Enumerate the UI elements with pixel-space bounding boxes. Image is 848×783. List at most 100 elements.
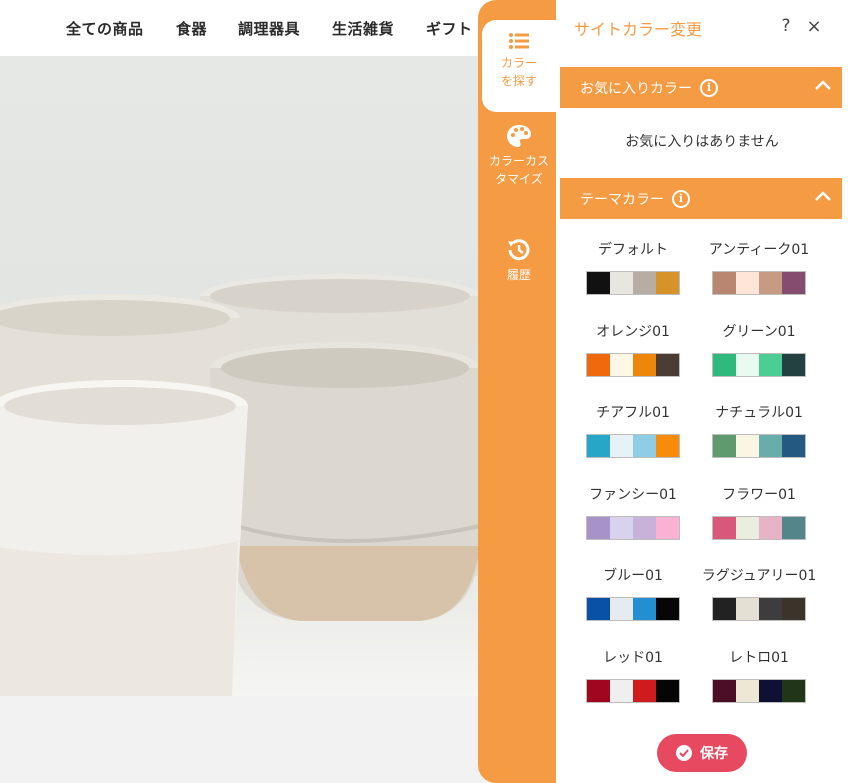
color-swatch (713, 435, 736, 457)
theme-swatch-strip (712, 271, 806, 295)
tab-color-customize-label: カラーカスタマイズ (488, 154, 549, 186)
color-swatch (633, 598, 656, 620)
color-swatch (587, 435, 610, 457)
theme-option[interactable]: ファンシー01 (573, 485, 693, 540)
tab-find-colors-label: カラーを探す (500, 56, 537, 88)
tab-color-customize[interactable]: カラーカスタマイズ (482, 124, 556, 216)
history-icon (482, 238, 556, 262)
color-swatch (759, 272, 782, 294)
color-swatch (713, 598, 736, 620)
color-swatch (736, 435, 759, 457)
theme-swatch-strip (586, 434, 680, 458)
favorites-section-header[interactable]: お気に入りカラー i (560, 67, 842, 108)
theme-name: レトロ01 (729, 650, 789, 666)
hero-image (0, 56, 500, 696)
color-swatch (736, 272, 759, 294)
screen: 全ての商品 食器 調理器具 生活雑貨 ギフト カラーを探す カラーカスタマイズ … (0, 0, 848, 783)
palette-icon (482, 124, 556, 148)
theme-option[interactable]: オレンジ01 (573, 322, 693, 377)
info-icon[interactable]: i (672, 189, 690, 208)
page-background (0, 696, 500, 783)
theme-name: フラワー01 (722, 487, 796, 503)
site-color-panel: サイトカラー変更 ? × お気に入りカラー i お気に入りはありません テーマカ… (556, 0, 848, 783)
help-button[interactable]: ? (776, 16, 796, 38)
save-button[interactable]: 保存 (657, 734, 747, 772)
nav-item-gift[interactable]: ギフト (426, 18, 473, 39)
chevron-up-icon[interactable] (814, 190, 832, 206)
nav-item-tableware[interactable]: 食器 (176, 18, 207, 39)
color-swatch (782, 272, 805, 294)
theme-name: ブルー01 (603, 568, 663, 584)
color-swatch (610, 517, 633, 539)
nav-item-all-products[interactable]: 全ての商品 (66, 18, 144, 39)
color-swatch (782, 680, 805, 702)
theme-colors-section-header[interactable]: テーマカラー i (560, 178, 842, 219)
theme-option[interactable]: ラグジュアリー01 (699, 566, 819, 621)
color-swatch (633, 354, 656, 376)
color-swatch (656, 272, 679, 294)
theme-swatch-strip (712, 679, 806, 703)
color-swatch (587, 598, 610, 620)
theme-option[interactable]: チアフル01 (573, 403, 693, 458)
theme-option[interactable]: レトロ01 (699, 648, 819, 703)
color-swatch (610, 598, 633, 620)
chevron-up-icon[interactable] (814, 79, 832, 95)
color-swatch (759, 517, 782, 539)
nav-item-household[interactable]: 生活雑貨 (332, 18, 394, 39)
theme-swatch-strip (712, 597, 806, 621)
color-swatch (782, 598, 805, 620)
theme-option[interactable]: ナチュラル01 (699, 403, 819, 458)
color-swatch (782, 435, 805, 457)
theme-option[interactable]: フラワー01 (699, 485, 819, 540)
theme-name: レッド01 (603, 650, 663, 666)
color-swatch (633, 517, 656, 539)
theme-option[interactable]: デフォルト (573, 240, 693, 295)
theme-header-label: テーマカラー (580, 191, 664, 208)
color-swatch (656, 598, 679, 620)
tab-history[interactable]: 履歴 (482, 238, 556, 294)
tab-find-colors[interactable]: カラーを探す (482, 20, 556, 112)
theme-name: ファンシー01 (589, 487, 677, 503)
theme-swatch-strip (712, 516, 806, 540)
theme-name: ナチュラル01 (715, 405, 803, 421)
favorites-empty-message: お気に入りはありません (625, 134, 779, 150)
color-swatch (587, 517, 610, 539)
theme-option[interactable]: グリーン01 (699, 322, 819, 377)
color-swatch (713, 517, 736, 539)
theme-name: デフォルト (598, 242, 668, 258)
color-swatch (736, 598, 759, 620)
color-swatch (736, 517, 759, 539)
theme-swatch-strip (586, 516, 680, 540)
close-button[interactable]: × (804, 16, 824, 38)
color-swatch (587, 680, 610, 702)
color-swatch (656, 517, 679, 539)
theme-option[interactable]: ブルー01 (573, 566, 693, 621)
theme-name: グリーン01 (722, 324, 796, 340)
theme-option[interactable]: アンティーク01 (699, 240, 819, 295)
nav-item-cookware[interactable]: 調理器具 (238, 18, 300, 39)
theme-swatch-strip (586, 597, 680, 621)
color-swatch (587, 354, 610, 376)
color-swatch (782, 517, 805, 539)
color-swatch (759, 354, 782, 376)
color-swatch (633, 680, 656, 702)
color-swatch (633, 435, 656, 457)
theme-name: オレンジ01 (596, 324, 670, 340)
color-swatch (610, 435, 633, 457)
theme-swatch-strip (586, 679, 680, 703)
color-swatch (656, 435, 679, 457)
info-icon[interactable]: i (700, 78, 718, 97)
color-swatch (610, 680, 633, 702)
color-swatch (759, 598, 782, 620)
panel-title: サイトカラー変更 (574, 20, 703, 39)
favorites-header-label: お気に入りカラー (580, 80, 692, 97)
theme-option[interactable]: レッド01 (573, 648, 693, 703)
color-swatch (610, 272, 633, 294)
color-swatch (633, 272, 656, 294)
color-swatch (713, 272, 736, 294)
site-header-nav: 全ての商品 食器 調理器具 生活雑貨 ギフト (0, 0, 500, 56)
theme-name: チアフル01 (596, 405, 670, 421)
theme-name: ラグジュアリー01 (701, 568, 817, 584)
color-swatch (759, 680, 782, 702)
color-swatch (713, 680, 736, 702)
